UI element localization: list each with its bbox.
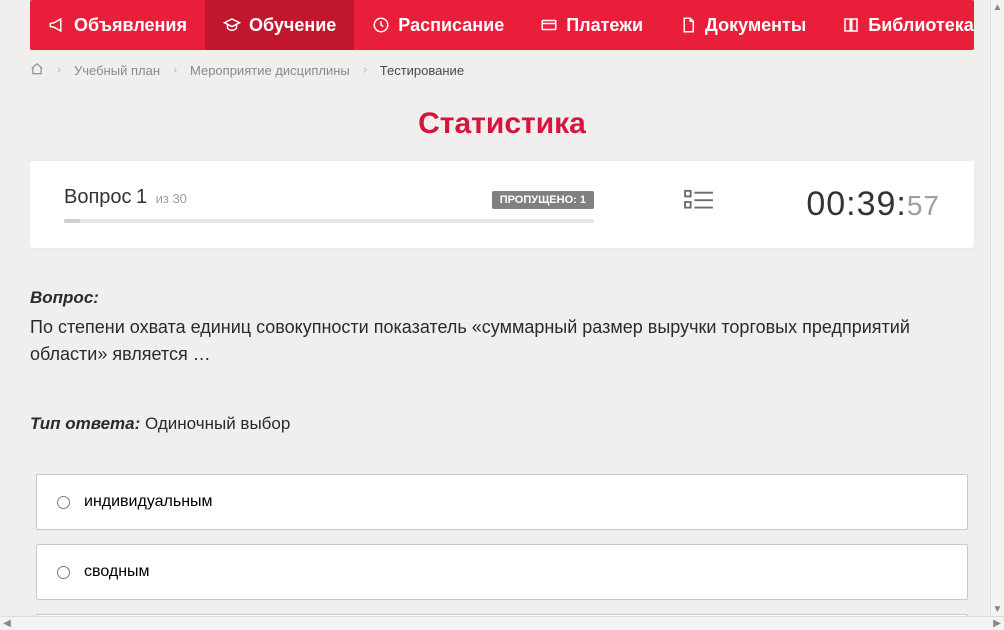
answer-option[interactable]: сводным	[36, 544, 968, 600]
breadcrumb: Учебный план Мероприятие дисциплины Тест…	[30, 62, 974, 79]
nav-payments[interactable]: Платежи	[522, 0, 661, 50]
answer-list: индивидуальным сводным	[36, 474, 968, 618]
book-icon	[842, 16, 860, 34]
nav-label: Расписание	[398, 15, 504, 36]
answer-text: индивидуальным	[84, 493, 213, 511]
question-label: Вопрос:	[30, 288, 974, 308]
nav-label: Платежи	[566, 15, 643, 36]
nav-documents[interactable]: Документы	[661, 0, 824, 50]
answer-type-label: Тип ответа:	[30, 414, 140, 433]
total-prefix: из	[156, 191, 169, 206]
breadcrumb-link[interactable]: Мероприятие дисциплины	[190, 63, 350, 78]
timer-main: 00:39:	[806, 185, 907, 224]
chevron-right-icon	[360, 63, 370, 78]
skipped-badge: ПРОПУЩЕНО: 1	[492, 191, 594, 209]
answer-text: сводным	[84, 563, 150, 581]
question-word: Вопрос	[64, 186, 132, 208]
question-text: По степени охвата единиц совокупности по…	[30, 314, 974, 368]
progress-bar	[64, 219, 594, 223]
nav-label: Библиотека	[868, 15, 974, 36]
scroll-right-icon[interactable]: ▶	[990, 617, 1004, 630]
page-title: Статистика	[0, 107, 1004, 141]
answer-option[interactable]: индивидуальным	[36, 474, 968, 530]
scroll-down-icon[interactable]: ▼	[991, 602, 1004, 616]
megaphone-icon	[48, 16, 66, 34]
radio-icon	[57, 496, 70, 509]
question-total: 30	[172, 191, 186, 206]
clock-icon	[372, 16, 390, 34]
chevron-right-icon	[170, 63, 180, 78]
question-list-button[interactable]	[684, 189, 714, 220]
horizontal-scrollbar[interactable]: ◀ ▶	[0, 616, 1004, 630]
home-icon[interactable]	[30, 62, 44, 79]
nav-announcements[interactable]: Объявления	[30, 0, 205, 50]
scroll-left-icon[interactable]: ◀	[0, 617, 14, 630]
nav-education[interactable]: Обучение	[205, 0, 354, 50]
document-icon	[679, 16, 697, 34]
nav-label: Документы	[705, 15, 806, 36]
chevron-right-icon	[54, 63, 64, 78]
progress-fill	[64, 219, 80, 223]
graduation-icon	[223, 16, 241, 34]
timer: 00:39:57	[806, 185, 940, 224]
timer-seconds: 57	[907, 190, 940, 222]
nav-label: Обучение	[249, 15, 336, 36]
question-number: 1	[136, 186, 147, 208]
card-icon	[540, 16, 558, 34]
nav-schedule[interactable]: Расписание	[354, 0, 522, 50]
nav-library[interactable]: Библиотека	[824, 0, 1004, 50]
nav-label: Объявления	[74, 15, 187, 36]
answer-type-value: Одиночный выбор	[145, 414, 290, 433]
question-body: Вопрос: По степени охвата единиц совокуп…	[30, 288, 974, 434]
vertical-scrollbar[interactable]: ▲ ▼	[990, 0, 1004, 616]
breadcrumb-link[interactable]: Учебный план	[74, 63, 160, 78]
status-card: Вопрос 1 из 30 ПРОПУЩЕНО: 1	[30, 161, 974, 248]
radio-icon	[57, 566, 70, 579]
scroll-up-icon[interactable]: ▲	[991, 0, 1004, 14]
main-nav: Объявления Обучение Расписание Платежи Д…	[30, 0, 974, 50]
breadcrumb-current: Тестирование	[380, 63, 464, 78]
